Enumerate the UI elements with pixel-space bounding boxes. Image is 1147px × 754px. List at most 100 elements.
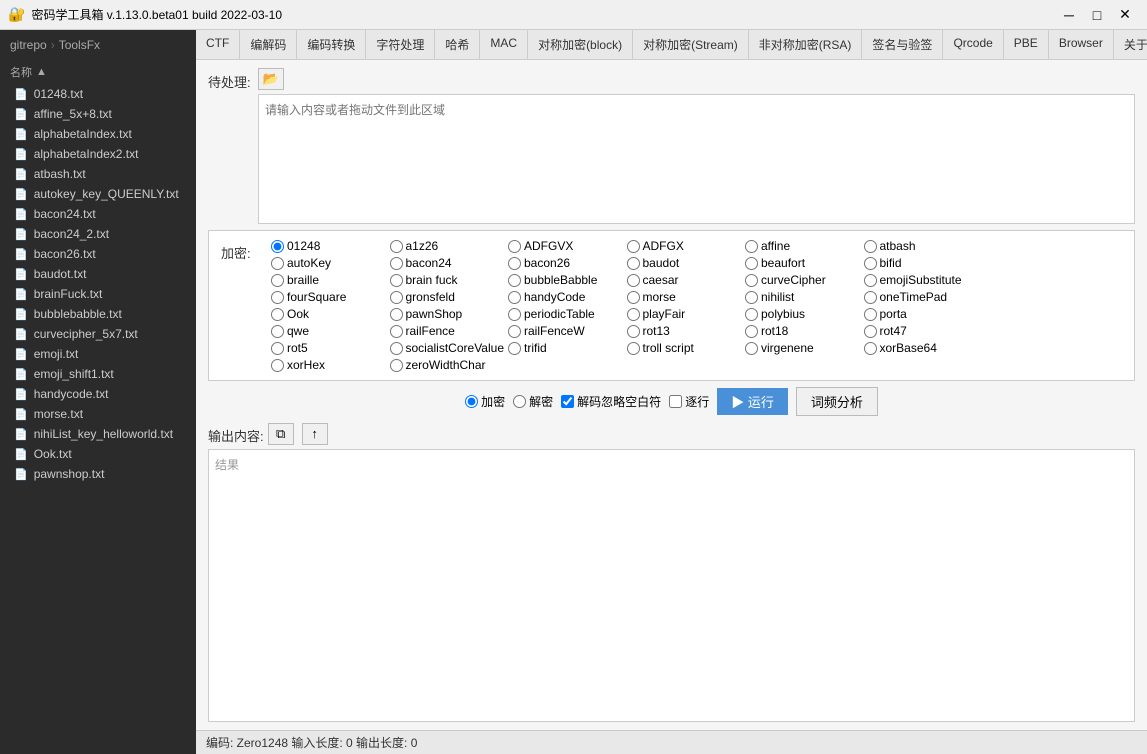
ignore-space-checkbox-label[interactable]: 解码忽略空白符: [561, 393, 661, 410]
cipher-radio-railFence[interactable]: [390, 325, 403, 338]
cipher-option-railFence[interactable]: railFence: [390, 324, 505, 338]
cipher-option-a1z26[interactable]: a1z26: [390, 239, 505, 253]
tab-字符处理[interactable]: 字符处理: [366, 30, 435, 59]
cipher-radio-railFenceW[interactable]: [508, 325, 521, 338]
cipher-option-playFair[interactable]: playFair: [627, 307, 742, 321]
sidebar-file-item[interactable]: 📄brainFuck.txt: [0, 284, 196, 304]
cipher-radio-socialistCoreValue[interactable]: [390, 342, 403, 355]
cipher-radio-fourSquare[interactable]: [271, 291, 284, 304]
cipher-option-socialistCoreValue[interactable]: socialistCoreValue: [390, 341, 505, 355]
tab-编解码[interactable]: 编解码: [240, 30, 297, 59]
sidebar-file-item[interactable]: 📄bubblebabble.txt: [0, 304, 196, 324]
sidebar-file-item[interactable]: 📄baudot.txt: [0, 264, 196, 284]
cipher-radio-periodicTable[interactable]: [508, 308, 521, 321]
cipher-option-troll_script[interactable]: troll script: [627, 341, 742, 355]
cipher-option-caesar[interactable]: caesar: [627, 273, 742, 287]
cipher-radio-bubbleBabble[interactable]: [508, 274, 521, 287]
cipher-radio-xorBase64[interactable]: [864, 342, 877, 355]
cipher-option-Ook[interactable]: Ook: [271, 307, 386, 321]
freq-analysis-button[interactable]: 词频分析: [796, 387, 878, 416]
maximize-button[interactable]: □: [1083, 1, 1111, 29]
copy-output-button[interactable]: ⧉: [268, 423, 294, 445]
cipher-option-bifid[interactable]: bifid: [864, 256, 979, 270]
cipher-radio-emojiSubstitute[interactable]: [864, 274, 877, 287]
tab-CTF[interactable]: CTF: [196, 30, 240, 59]
cipher-radio-brain_fuck[interactable]: [390, 274, 403, 287]
cipher-option-porta[interactable]: porta: [864, 307, 979, 321]
cipher-option-curveCipher[interactable]: curveCipher: [745, 273, 860, 287]
sidebar-file-item[interactable]: 📄01248.txt: [0, 84, 196, 104]
close-button[interactable]: ✕: [1111, 1, 1139, 29]
cipher-option-01248[interactable]: 01248: [271, 239, 386, 253]
cipher-radio-a1z26[interactable]: [390, 240, 403, 253]
sidebar-file-item[interactable]: 📄bacon26.txt: [0, 244, 196, 264]
cipher-radio-oneTimePad[interactable]: [864, 291, 877, 304]
sidebar-file-item[interactable]: 📄handycode.txt: [0, 384, 196, 404]
cipher-radio-affine[interactable]: [745, 240, 758, 253]
cipher-option-handyCode[interactable]: handyCode: [508, 290, 623, 304]
cipher-radio-bacon24[interactable]: [390, 257, 403, 270]
cipher-radio-Ook[interactable]: [271, 308, 284, 321]
sidebar-file-item[interactable]: 📄alphabetaIndex2.txt: [0, 144, 196, 164]
cipher-radio-ADFGVX[interactable]: [508, 240, 521, 253]
ignore-space-checkbox[interactable]: [561, 395, 574, 408]
cipher-radio-rot18[interactable]: [745, 325, 758, 338]
minimize-button[interactable]: ─: [1055, 1, 1083, 29]
cipher-radio-beaufort[interactable]: [745, 257, 758, 270]
cipher-radio-bacon26[interactable]: [508, 257, 521, 270]
sidebar-file-item[interactable]: 📄alphabetaIndex.txt: [0, 124, 196, 144]
sidebar-file-item[interactable]: 📄Ook.txt: [0, 444, 196, 464]
tab-MAC[interactable]: MAC: [480, 30, 528, 59]
sidebar-file-item[interactable]: 📄morse.txt: [0, 404, 196, 424]
sidebar-file-item[interactable]: 📄emoji_shift1.txt: [0, 364, 196, 384]
cipher-radio-braille[interactable]: [271, 274, 284, 287]
tab-PBE[interactable]: PBE: [1004, 30, 1049, 59]
cipher-option-bubbleBabble[interactable]: bubbleBabble: [508, 273, 623, 287]
sidebar-file-item[interactable]: 📄pawnshop.txt: [0, 464, 196, 484]
cipher-option-affine[interactable]: affine: [745, 239, 860, 253]
input-textarea[interactable]: [258, 94, 1135, 224]
cipher-radio-virgenene[interactable]: [745, 342, 758, 355]
cipher-radio-nihilist[interactable]: [745, 291, 758, 304]
cipher-radio-bifid[interactable]: [864, 257, 877, 270]
cipher-option-polybius[interactable]: polybius: [745, 307, 860, 321]
sidebar-file-item[interactable]: 📄bacon24_2.txt: [0, 224, 196, 244]
cipher-option-emojiSubstitute[interactable]: emojiSubstitute: [864, 273, 979, 287]
tab-Browser[interactable]: Browser: [1049, 30, 1114, 59]
cipher-radio-gronsfeld[interactable]: [390, 291, 403, 304]
cipher-radio-qwe[interactable]: [271, 325, 284, 338]
cipher-option-virgenene[interactable]: virgenene: [745, 341, 860, 355]
decrypt-radio-label[interactable]: 解密: [513, 393, 553, 410]
sidebar-file-item[interactable]: 📄atbash.txt: [0, 164, 196, 184]
cipher-option-oneTimePad[interactable]: oneTimePad: [864, 290, 979, 304]
cipher-option-xorBase64[interactable]: xorBase64: [864, 341, 979, 355]
sidebar-file-item[interactable]: 📄bacon24.txt: [0, 204, 196, 224]
cipher-option-beaufort[interactable]: beaufort: [745, 256, 860, 270]
cipher-radio-playFair[interactable]: [627, 308, 640, 321]
encrypt-radio-label[interactable]: 加密: [465, 393, 505, 410]
cipher-option-rot5[interactable]: rot5: [271, 341, 386, 355]
cipher-option-ADFGVX[interactable]: ADFGVX: [508, 239, 623, 253]
tab-关于[interactable]: 关于: [1114, 30, 1147, 59]
sidebar-file-item[interactable]: 📄nihiList_key_helloworld.txt: [0, 424, 196, 444]
cipher-radio-pawnShop[interactable]: [390, 308, 403, 321]
cipher-radio-xorHex[interactable]: [271, 359, 284, 372]
cipher-radio-morse[interactable]: [627, 291, 640, 304]
cipher-radio-porta[interactable]: [864, 308, 877, 321]
cipher-radio-polybius[interactable]: [745, 308, 758, 321]
cipher-option-ADFGX[interactable]: ADFGX: [627, 239, 742, 253]
cipher-option-railFenceW[interactable]: railFenceW: [508, 324, 623, 338]
cipher-radio-ADFGX[interactable]: [627, 240, 640, 253]
sidebar-file-item[interactable]: 📄autokey_key_QUEENLY.txt: [0, 184, 196, 204]
encrypt-radio[interactable]: [465, 395, 478, 408]
step-checkbox[interactable]: [669, 395, 682, 408]
output-textbox[interactable]: 结果: [208, 449, 1135, 722]
cipher-option-rot47[interactable]: rot47: [864, 324, 979, 338]
cipher-option-atbash[interactable]: atbash: [864, 239, 979, 253]
breadcrumb-gitrepo[interactable]: gitrepo: [10, 38, 47, 52]
import-file-button[interactable]: 📂: [258, 68, 284, 90]
cipher-radio-zeroWidthChar[interactable]: [390, 359, 403, 372]
cipher-option-zeroWidthChar[interactable]: zeroWidthChar: [390, 358, 505, 372]
cipher-option-fourSquare[interactable]: fourSquare: [271, 290, 386, 304]
cipher-option-autoKey[interactable]: autoKey: [271, 256, 386, 270]
